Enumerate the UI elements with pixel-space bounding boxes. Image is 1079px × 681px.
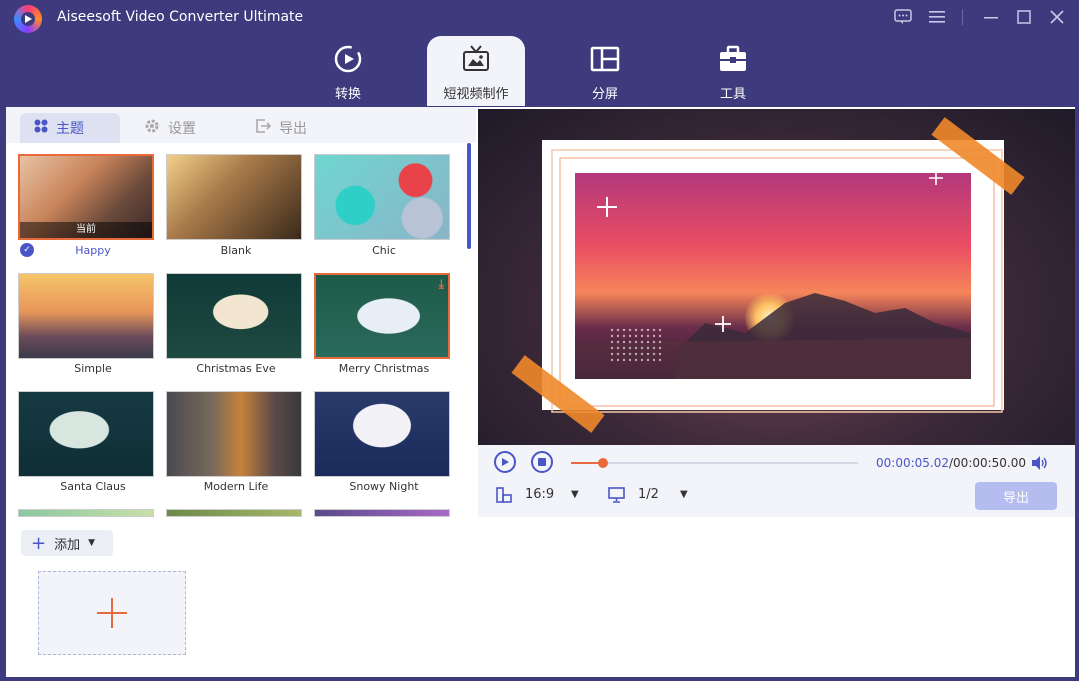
scale-dropdown-icon[interactable]: ▼	[680, 489, 688, 500]
export-icon	[255, 118, 272, 138]
split-screen-icon	[590, 44, 620, 74]
subtab-export[interactable]: 导出	[241, 113, 307, 143]
add-media-plus-icon	[97, 598, 127, 628]
play-button[interactable]	[494, 451, 516, 473]
plus-decoration	[597, 197, 617, 217]
play-icon	[502, 458, 509, 466]
theme-label-christmas-eve: Christmas Eve	[196, 362, 276, 375]
stop-icon	[538, 458, 546, 466]
add-button-label: 添加	[54, 537, 81, 553]
theme-label-blank: Blank	[220, 244, 252, 257]
tab-tools-label: 工具	[719, 87, 746, 102]
tab-short-video[interactable]: 短视频制作	[427, 36, 525, 106]
preview-photo	[575, 171, 971, 379]
scale-value[interactable]: 1/2	[638, 487, 659, 502]
subtab-theme[interactable]: 主题	[20, 113, 120, 143]
tab-convert-label: 转换	[334, 87, 361, 102]
tab-short-video-label: 短视频制作	[443, 87, 509, 102]
close-icon[interactable]	[1045, 6, 1069, 28]
plus-decoration	[715, 316, 731, 332]
theme-thumb-partial[interactable]	[18, 509, 154, 517]
theme-label-santa-claus: Santa Claus	[60, 480, 126, 493]
tv-icon	[461, 44, 491, 74]
theme-thumb-christmas-eve[interactable]	[166, 273, 302, 359]
tab-convert[interactable]: 转换	[299, 36, 397, 106]
maximize-icon[interactable]	[1012, 6, 1036, 28]
plus-icon: +	[31, 532, 47, 554]
theme-label-snowy-night: Snowy Night	[349, 480, 419, 493]
theme-thumb-simple[interactable]	[18, 273, 154, 359]
title-bar: Aiseesoft Video Converter Ultimate	[0, 0, 1079, 36]
subtab-settings-label: 设置	[168, 121, 196, 137]
add-button[interactable]: + 添加 ▼	[21, 530, 113, 556]
theme-panel: 主题 设置 导出 当前 ✓ Happy Blank Chic Simple Ch…	[6, 107, 476, 517]
export-button[interactable]: 导出	[975, 482, 1057, 510]
aspect-ratio-dropdown-icon[interactable]: ▼	[571, 489, 579, 500]
main-panel: 主题 设置 导出 当前 ✓ Happy Blank Chic Simple Ch…	[6, 107, 1075, 677]
subtab-theme-label: 主题	[56, 121, 84, 137]
theme-thumb-snowy-night[interactable]	[314, 391, 450, 477]
theme-thumb-modern-life[interactable]	[166, 391, 302, 477]
subtab-export-label: 导出	[279, 121, 307, 137]
dots-decoration	[610, 328, 662, 362]
tab-tools[interactable]: 工具	[684, 36, 782, 106]
menu-icon[interactable]	[925, 6, 949, 28]
current-time: 00:00:05.02	[876, 456, 949, 470]
current-badge: 当前	[20, 222, 152, 238]
gear-icon	[144, 118, 160, 138]
total-time: /00:00:50.00	[948, 456, 1027, 470]
theme-label-modern-life: Modern Life	[203, 480, 269, 493]
stop-button[interactable]	[531, 451, 553, 473]
tab-split-screen-label: 分屏	[591, 87, 618, 102]
aspect-ratio-value[interactable]: 16:9	[525, 487, 554, 502]
grid-icon	[34, 119, 48, 137]
theme-thumb-blank[interactable]	[166, 154, 302, 240]
theme-thumb-happy[interactable]: 当前	[18, 154, 154, 240]
preview-area	[478, 109, 1075, 445]
volume-icon[interactable]	[1031, 455, 1049, 475]
theme-label-simple: Simple	[74, 362, 112, 375]
add-dropdown-icon[interactable]: ▼	[88, 538, 95, 548]
progress-knob[interactable]	[597, 458, 608, 468]
theme-thumb-partial[interactable]	[166, 509, 302, 517]
theme-label-happy: Happy	[75, 244, 111, 257]
app-title: Aiseesoft Video Converter Ultimate	[57, 9, 304, 25]
plus-decoration	[929, 171, 943, 185]
progress-track[interactable]	[571, 458, 858, 468]
theme-label-merry-christmas: Merry Christmas	[338, 362, 430, 375]
aspect-ratio-icon	[496, 487, 512, 507]
app-logo-icon	[14, 5, 42, 33]
theme-thumb-santa-claus[interactable]	[18, 391, 154, 477]
theme-label-chic: Chic	[372, 244, 396, 257]
minimize-icon[interactable]	[979, 6, 1003, 28]
download-icon[interactable]: ⤓	[439, 277, 444, 292]
tab-split-screen[interactable]: 分屏	[556, 36, 654, 106]
add-media-dropzone[interactable]	[38, 571, 186, 655]
theme-thumb-merry-christmas[interactable]: ⤓	[314, 273, 450, 359]
player-controls: 00:00:05.02/00:00:50.00 16:9 ▼ 1/2 ▼ 导出	[478, 445, 1075, 517]
subtab-bar: 主题 设置 导出	[6, 107, 476, 143]
media-area: + 添加 ▼	[6, 517, 1075, 677]
time-display: 00:00:05.02/00:00:50.00	[876, 456, 1026, 470]
toolbox-icon	[718, 44, 748, 74]
theme-thumb-chic[interactable]	[314, 154, 450, 240]
subtab-settings[interactable]: 设置	[130, 113, 196, 143]
feedback-icon[interactable]	[891, 6, 915, 28]
monitor-icon	[608, 487, 625, 507]
convert-icon	[333, 44, 363, 74]
theme-thumb-partial[interactable]	[314, 509, 450, 517]
theme-scrollbar[interactable]	[467, 143, 471, 249]
title-divider	[962, 9, 963, 25]
